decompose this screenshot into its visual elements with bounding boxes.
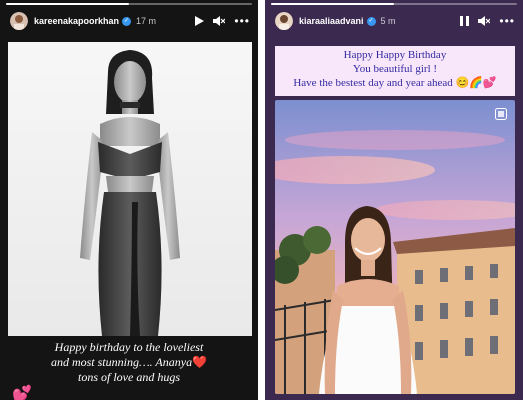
story-caption: Happy birthday to the loveliest and most… [0,340,258,385]
story-left[interactable]: kareenakapoorkhan ✓ 17 m ••• Happy birth… [0,0,258,400]
story-right[interactable]: kiaraaliaadvani ✓ 5 m ••• Happy Happy Bi… [265,0,523,400]
more-icon[interactable]: ••• [499,15,515,27]
banner-line: Happy Happy Birthday [343,49,447,61]
story-username[interactable]: kareenakapoorkhan [34,16,119,26]
caption-line: and most stunning…. Ananya❤️ [50,355,208,369]
story-header: kareenakapoorkhan ✓ 17 m ••• [10,10,250,32]
mute-icon[interactable] [478,16,491,26]
caption-line: tons of love and hugs [78,370,180,384]
story-progress-bar [6,3,252,5]
story-photo [275,100,515,394]
mute-icon[interactable] [213,16,226,26]
story-progress-bar [271,3,517,5]
story-photo [8,42,252,336]
verified-badge-icon: ✓ [366,16,376,26]
banner-line: Have the bestest day and year ahead 😊🌈💕 [293,77,497,89]
story-time: 5 m [380,16,396,26]
story-time: 17 m [136,16,157,26]
expand-icon[interactable] [495,108,507,120]
heart-emoji: ❤️ [192,355,208,369]
verified-badge-icon: ✓ [122,16,132,26]
more-icon[interactable]: ••• [234,15,250,27]
avatar[interactable] [275,12,293,30]
avatar[interactable] [10,12,28,30]
story-progress-fill [6,3,129,5]
story-username[interactable]: kiaraaliaadvani [299,16,364,26]
pause-icon[interactable] [460,16,470,26]
story-header: kiaraaliaadvani ✓ 5 m ••• [275,10,515,32]
play-icon[interactable] [195,16,205,26]
caption-line: Happy birthday to the loveliest [54,340,204,354]
birthday-message-banner: Happy Happy Birthday You beautiful girl … [275,46,515,96]
story-progress-fill [271,3,394,5]
hearts-sticker: 💕 [12,386,32,400]
banner-line: You beautiful girl ! [352,63,438,75]
